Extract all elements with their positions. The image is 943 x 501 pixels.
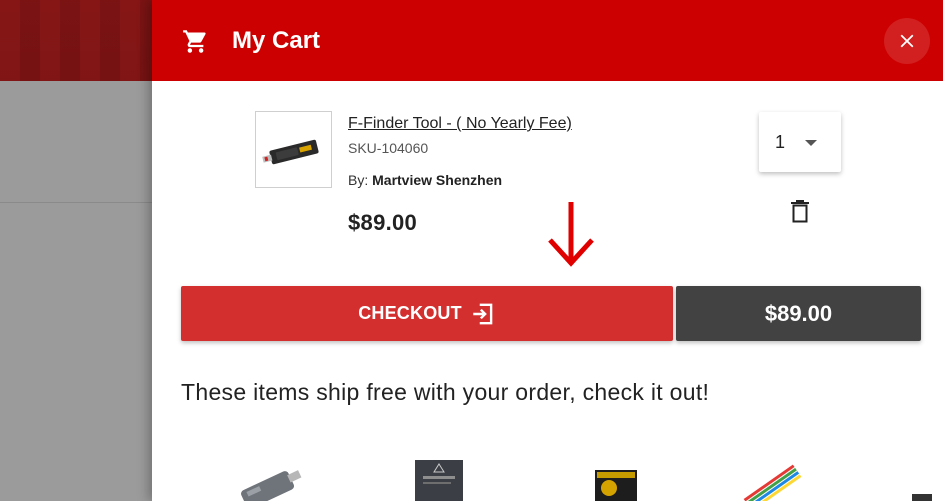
- free-shipping-heading: These items ship free with your order, c…: [181, 379, 710, 405]
- background-divider: [0, 202, 152, 203]
- recommended-item[interactable]: [892, 450, 932, 501]
- quantity-value: 1: [775, 132, 786, 152]
- product-image: [241, 470, 302, 501]
- product-image: [912, 494, 932, 501]
- cart-total-value: $89.00: [764, 300, 833, 326]
- close-icon: [900, 34, 914, 48]
- caret-down-icon: [805, 140, 817, 146]
- cart-total: $89.00: [676, 286, 921, 341]
- product-image: [415, 460, 463, 501]
- cart-title: My Cart: [232, 27, 321, 54]
- quantity-select[interactable]: 1: [759, 112, 841, 172]
- trash-icon[interactable]: [790, 198, 810, 224]
- product-seller: By: Martview Shenzhen: [348, 172, 502, 188]
- seller-name: Martview Shenzhen: [372, 172, 503, 188]
- recommended-item[interactable]: [734, 450, 844, 501]
- down-arrow-icon: [548, 202, 594, 267]
- cart-icon: [183, 30, 206, 53]
- recommended-item[interactable]: [222, 450, 332, 501]
- close-button[interactable]: [884, 18, 930, 64]
- product-price: $89.00: [348, 210, 418, 235]
- cart-drawer: My Cart F-Finder Tool - ( No Yearly Fee)…: [152, 0, 943, 501]
- exit-arrow-icon: [473, 303, 493, 324]
- cart-header: My Cart: [152, 0, 943, 81]
- seller-label: By:: [348, 172, 369, 188]
- recommended-item[interactable]: [587, 450, 697, 501]
- product-image: [262, 139, 319, 165]
- recommended-item[interactable]: [407, 450, 517, 501]
- product-thumbnail[interactable]: [255, 111, 332, 188]
- product-image: [743, 464, 802, 501]
- checkout-button[interactable]: CHECKOUT: [181, 286, 673, 341]
- checkout-label: CHECKOUT: [358, 303, 462, 323]
- product-image: [595, 470, 637, 501]
- product-name-link[interactable]: F-Finder Tool - ( No Yearly Fee): [348, 115, 572, 133]
- product-sku: SKU-104060: [348, 140, 429, 156]
